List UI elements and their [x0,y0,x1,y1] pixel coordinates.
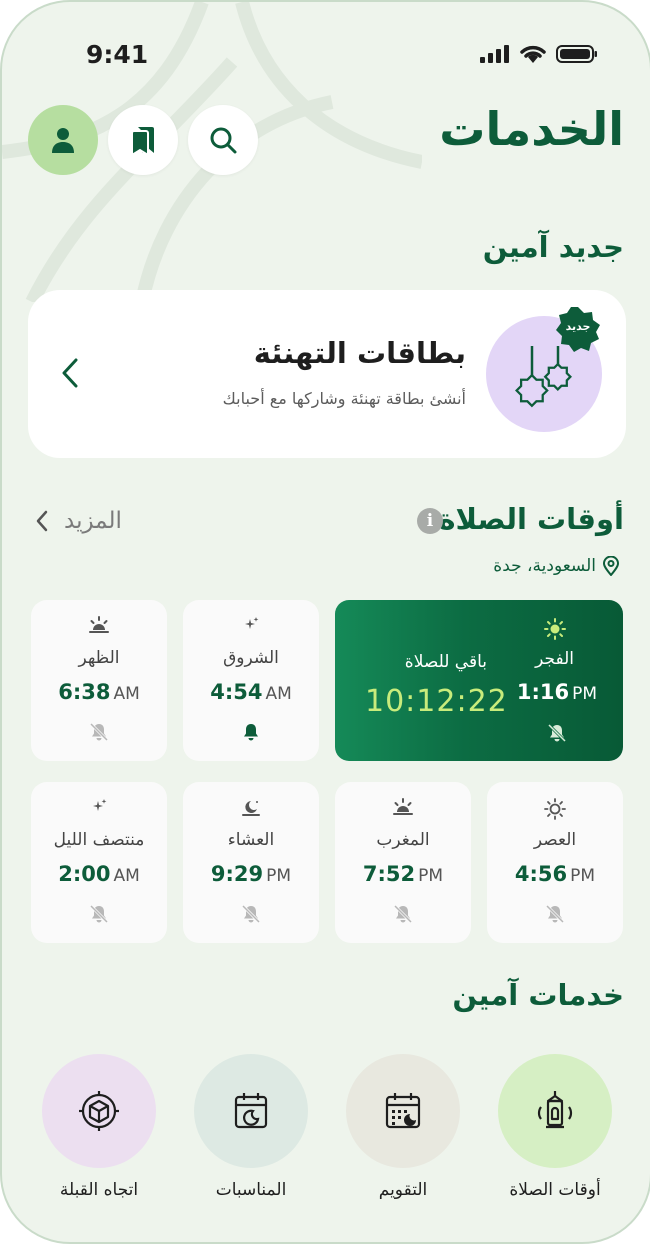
prayer-name: العصر [533,830,577,850]
info-icon[interactable]: i [417,508,443,534]
prayer-name: الشروق [223,648,279,668]
bell-icon[interactable] [241,722,261,742]
prayer-time-value: 4:54 [210,680,263,704]
prayer-name: الفجر [535,649,574,669]
prayer-name: المغرب [376,830,430,850]
sparkle-icon [93,799,107,811]
service-prayer-times[interactable] [498,1054,612,1168]
phone-screen: 9:41 الخدمات جديد آمين جديد بطاقات التهن… [0,0,650,1244]
prayer-card-midnight[interactable]: منتصف الليل 2:00 AM [31,782,167,943]
prayer-name: الظهر [78,648,120,668]
more-link[interactable]: المزيد [34,508,122,534]
new-badge-label: جديد [565,320,591,333]
calendar-icon [385,1093,421,1129]
prayer-time-ampm: PM [570,866,596,886]
moon-icon [242,801,260,816]
bookmarks-icon [131,127,154,156]
prayer-time-ampm: PM [266,866,292,886]
prayer-card-isha[interactable]: العشاء 9:29 PM [183,782,319,943]
prayer-time: 6:38 AM [31,680,167,704]
status-time: 9:41 [86,40,149,69]
sun-icon [544,618,566,640]
remaining-label: باقي للصلاة [404,652,487,672]
search-icon [210,127,237,154]
bell-off-icon[interactable] [393,904,413,924]
chevron-left-icon [36,510,48,532]
prayer-name: العشاء [227,830,275,850]
new-badge: جديد [555,306,601,352]
prayer-time-value: 1:16 [516,680,570,704]
lantern-icon [537,1091,573,1129]
event-calendar-icon [234,1093,268,1129]
prayer-time-ampm: PM [572,684,597,704]
signal-icon [480,45,509,63]
prayer-time-ampm: PM [418,866,444,886]
prayer-time-value: 6:38 [58,680,111,704]
location-pin-icon [602,556,620,576]
service-calendar[interactable] [346,1054,460,1168]
new-section-title: جديد آمين [482,230,624,264]
bookmarks-button[interactable] [108,105,178,175]
sun-outline-icon [544,798,566,820]
chevron-left-icon [62,358,78,388]
service-label: أوقات الصلاة [509,1180,601,1200]
sparkle-icon [245,617,259,629]
prayer-time-value: 2:00 [58,862,111,886]
prayer-time-value: 7:52 [362,862,416,886]
sunrise-icon [89,616,109,633]
prayer-time: 4:56 PM [487,862,623,886]
prayer-card-maghrib[interactable]: المغرب 7:52 PM [335,782,471,943]
prayer-time-ampm: AM [113,866,140,886]
promo-subtitle: أنشئ بطاقة تهنئة وشاركها مع أحبابك [222,389,466,408]
prayer-time-value: 4:56 [514,862,568,886]
prayer-time: 4:54 AM [183,680,319,704]
prayer-time: 2:00 AM [31,862,167,886]
bell-off-icon[interactable] [89,904,109,924]
service-label: التقويم [378,1180,428,1200]
prayer-card-sunrise[interactable]: الشروق 4:54 AM [183,600,319,761]
service-label: المناسبات [215,1180,287,1200]
services-section-title: خدمات آمين [452,978,624,1012]
battery-icon [556,45,597,63]
promo-title: بطاقات التهنئة [253,336,466,370]
user-icon [52,128,74,153]
prayer-card-dhuhr[interactable]: الظهر 6:38 AM [31,600,167,761]
prayer-card-fajr[interactable]: الفجر 1:16 PM باقي للصلاة 10:12:22 [335,600,623,761]
prayer-time: 9:29 PM [183,862,319,886]
sunset-icon [393,798,413,815]
bell-off-icon[interactable] [241,904,261,924]
prayer-time: 7:52 PM [335,862,471,886]
prayer-time-ampm: AM [113,684,140,704]
service-label: اتجاه القبلة [59,1180,139,1200]
service-qibla[interactable] [42,1054,156,1168]
location-text: السعودية، جدة [493,556,596,576]
status-icons [480,44,598,64]
service-events[interactable] [194,1054,308,1168]
prayer-time-value: 9:29 [210,862,264,886]
prayer-name: منتصف الليل [53,830,145,850]
prayer-card-asr[interactable]: العصر 4:56 PM [487,782,623,943]
wifi-icon [520,45,546,63]
bell-off-icon[interactable] [545,904,565,924]
page-title: الخدمات [439,102,624,156]
countdown: 10:12:22 [365,684,508,719]
more-label: المزيد [64,508,122,534]
prayer-time: 1:16 PM [517,680,597,704]
bell-off-icon[interactable] [89,722,109,742]
bell-off-icon[interactable] [547,723,567,743]
prayer-time-ampm: AM [265,684,292,704]
location[interactable]: السعودية، جدة [493,556,620,576]
qibla-compass-icon [79,1091,119,1131]
greeting-cards-promo[interactable]: جديد بطاقات التهنئة أنشئ بطاقة تهنئة وشا… [28,290,626,458]
profile-button[interactable] [28,105,98,175]
prayer-section-title: أوقات الصلاة [438,502,624,536]
search-button[interactable] [188,105,258,175]
